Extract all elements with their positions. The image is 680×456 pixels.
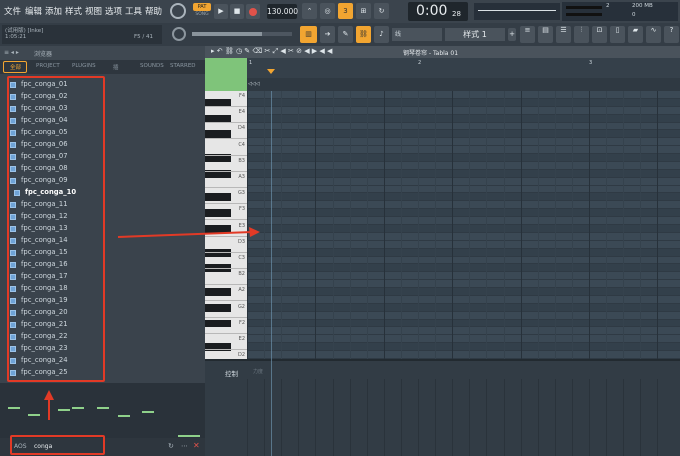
arrow-head-right: [249, 227, 260, 237]
annotation-arrows: [44, 227, 260, 420]
arrow-to-roll: [117, 231, 253, 238]
arrow-head-up: [44, 390, 54, 400]
